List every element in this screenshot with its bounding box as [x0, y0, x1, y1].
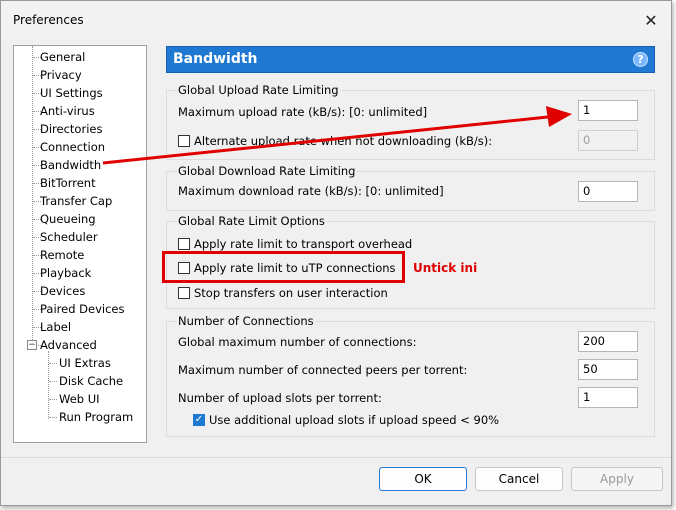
tree-item-transfer-cap[interactable]: Transfer Cap — [40, 192, 112, 210]
tree-sub-connector — [49, 399, 57, 400]
background-window-edge — [672, 0, 676, 510]
window-title: Preferences — [13, 13, 84, 27]
apply-button[interactable]: Apply — [571, 467, 663, 491]
tree-sub-connector — [49, 363, 57, 364]
transport-overhead-checkbox[interactable] — [178, 238, 190, 250]
cancel-button[interactable]: Cancel — [475, 467, 563, 491]
close-button[interactable]: ✕ — [637, 7, 665, 33]
tree-item-ui-extras[interactable]: UI Extras — [59, 354, 111, 372]
tree-item-paired-devices[interactable]: Paired Devices — [40, 300, 125, 318]
tree-item-label[interactable]: Label — [40, 318, 71, 336]
tree-item-directories[interactable]: Directories — [40, 120, 102, 138]
annotation-label: Untick ini — [413, 261, 478, 275]
alt-upload-label: Alternate upload rate when not downloadi… — [194, 134, 493, 148]
tree-item-remote[interactable]: Remote — [40, 246, 84, 264]
tree-item-run-program[interactable]: Run Program — [59, 408, 133, 426]
additional-slots-label: Use additional upload slots if upload sp… — [209, 413, 500, 427]
additional-slots-checkbox[interactable]: ✓ — [193, 414, 205, 426]
section-header: Bandwidth ? — [166, 46, 655, 73]
tree-sub-connector-line — [48, 351, 49, 419]
peers-per-torrent-input[interactable]: 50 — [578, 359, 638, 380]
tree-sub-connector — [49, 417, 57, 418]
title-bar: Preferences ✕ — [1, 1, 671, 39]
advanced-expander[interactable]: − — [27, 340, 37, 350]
category-tree[interactable]: General Privacy UI Settings Anti-virus Direc… — [13, 45, 147, 443]
alt-upload-input[interactable]: 0 — [578, 130, 638, 151]
max-upload-input[interactable]: 1 — [578, 100, 638, 121]
ok-button[interactable]: OK — [379, 467, 467, 491]
tree-item-web-ui[interactable]: Web UI — [59, 390, 100, 408]
tree-item-disk-cache[interactable]: Disk Cache — [59, 372, 123, 390]
transport-overhead-label: Apply rate limit to transport overhead — [194, 237, 413, 251]
help-icon[interactable]: ? — [633, 52, 648, 67]
tree-item-devices[interactable]: Devices — [40, 282, 85, 300]
peers-per-torrent-label: Maximum number of connected peers per to… — [178, 363, 468, 377]
annotation-highlight-box — [162, 251, 405, 283]
max-download-input[interactable]: 0 — [578, 181, 638, 202]
tree-sub-connector — [49, 381, 57, 382]
upload-slots-input[interactable]: 1 — [578, 387, 638, 408]
checkmark-icon: ✓ — [194, 414, 204, 425]
global-connections-label: Global maximum number of connections: — [178, 335, 417, 349]
tree-item-anti-virus[interactable]: Anti-virus — [40, 102, 95, 120]
max-download-label: Maximum download rate (kB/s): [0: unlimi… — [178, 184, 444, 198]
stop-transfers-label: Stop transfers on user interaction — [194, 286, 388, 300]
section-title: Bandwidth — [173, 51, 258, 67]
upload-slots-label: Number of upload slots per torrent: — [178, 391, 382, 405]
global-connections-input[interactable]: 200 — [578, 331, 638, 352]
close-icon: ✕ — [644, 10, 658, 30]
upload-group-title: Global Upload Rate Limiting — [177, 83, 340, 97]
stop-transfers-checkbox[interactable] — [178, 287, 190, 299]
alt-upload-checkbox[interactable] — [178, 135, 190, 147]
max-upload-label: Maximum upload rate (kB/s): [0: unlimite… — [178, 105, 428, 119]
rate-limit-group-title: Global Rate Limit Options — [177, 214, 326, 228]
tree-item-bandwidth[interactable]: Bandwidth — [40, 156, 101, 174]
tree-item-playback[interactable]: Playback — [40, 264, 91, 282]
tree-item-privacy[interactable]: Privacy — [40, 66, 82, 84]
tree-item-scheduler[interactable]: Scheduler — [40, 228, 98, 246]
tree-item-general[interactable]: General — [40, 48, 85, 66]
connections-group-title: Number of Connections — [177, 314, 315, 328]
tree-item-ui-settings[interactable]: UI Settings — [40, 84, 103, 102]
tree-item-connection[interactable]: Connection — [40, 138, 105, 156]
tree-connector-line — [32, 46, 33, 344]
download-group-title: Global Download Rate Limiting — [177, 164, 357, 178]
footer-separator — [1, 457, 671, 458]
tree-item-queueing[interactable]: Queueing — [40, 210, 96, 228]
tree-item-bittorrent[interactable]: BitTorrent — [40, 174, 96, 192]
